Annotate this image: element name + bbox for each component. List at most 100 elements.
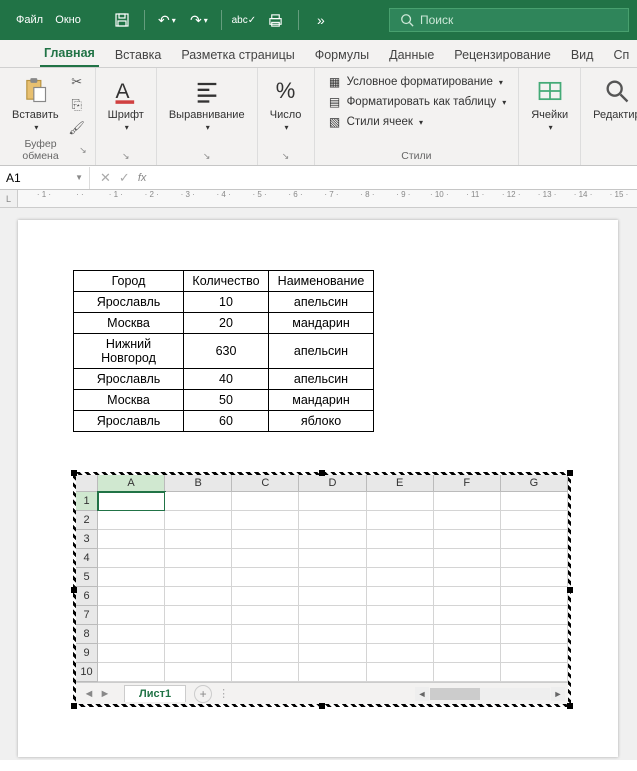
col-header[interactable]: F <box>434 475 501 492</box>
cancel-formula-icon[interactable]: ✕ <box>100 170 111 186</box>
cell[interactable] <box>232 568 299 587</box>
cell[interactable] <box>98 492 165 511</box>
row-header[interactable]: 10 <box>76 663 98 682</box>
cell[interactable] <box>232 663 299 682</box>
cell[interactable] <box>501 663 568 682</box>
cell[interactable] <box>434 644 501 663</box>
format-painter-icon[interactable]: 🖌 <box>67 118 87 138</box>
arrow-right-icon[interactable]: » <box>308 7 334 33</box>
row-header[interactable]: 1 <box>76 492 98 511</box>
cell[interactable] <box>434 606 501 625</box>
cell[interactable] <box>232 625 299 644</box>
copy-icon[interactable]: ⎘ <box>67 95 87 115</box>
tab-more[interactable]: Сп <box>609 42 633 67</box>
cell[interactable] <box>232 492 299 511</box>
cell[interactable] <box>501 530 568 549</box>
tab-nav-next-icon[interactable]: ► <box>98 688 112 700</box>
cell[interactable] <box>367 568 434 587</box>
tab-data[interactable]: Данные <box>385 42 438 67</box>
row-header[interactable]: 2 <box>76 511 98 530</box>
cell[interactable] <box>434 568 501 587</box>
cell[interactable] <box>501 625 568 644</box>
redo-icon[interactable]: ↷▾ <box>186 7 212 33</box>
cell[interactable] <box>434 663 501 682</box>
number-launcher-icon[interactable]: ↘ <box>282 151 290 162</box>
h-scrollbar[interactable] <box>430 688 550 700</box>
cell[interactable] <box>98 663 165 682</box>
cell-styles-button[interactable]: ▧Стили ячеек ▾ <box>323 112 427 132</box>
cell[interactable] <box>299 511 366 530</box>
cell[interactable] <box>367 511 434 530</box>
cell[interactable] <box>98 644 165 663</box>
cell[interactable] <box>98 587 165 606</box>
embedded-spreadsheet[interactable]: ABCDEFG12345678910 ◄ ► Лист1 + ⋮ ◄ ► <box>73 472 571 707</box>
cell[interactable] <box>367 625 434 644</box>
cell[interactable] <box>501 511 568 530</box>
col-header[interactable]: D <box>299 475 366 492</box>
tab-view[interactable]: Вид <box>567 42 598 67</box>
cell[interactable] <box>367 663 434 682</box>
cell[interactable] <box>165 644 232 663</box>
cut-icon[interactable]: ✂ <box>67 72 87 92</box>
paste-button[interactable]: Вставить▾ <box>8 72 63 135</box>
cell[interactable] <box>434 492 501 511</box>
cell[interactable] <box>98 568 165 587</box>
cell[interactable] <box>232 530 299 549</box>
cell[interactable] <box>165 606 232 625</box>
cell[interactable] <box>232 549 299 568</box>
cell[interactable] <box>165 530 232 549</box>
tab-nav-prev-icon[interactable]: ◄ <box>82 688 96 700</box>
resize-handle[interactable] <box>71 703 77 709</box>
alignment-launcher-icon[interactable]: ↘ <box>203 151 211 162</box>
col-header[interactable]: B <box>165 475 232 492</box>
row-header[interactable]: 4 <box>76 549 98 568</box>
scroll-left-icon[interactable]: ◄ <box>415 687 429 701</box>
row-header[interactable]: 3 <box>76 530 98 549</box>
cell[interactable] <box>501 549 568 568</box>
cell[interactable] <box>367 530 434 549</box>
cell[interactable] <box>232 644 299 663</box>
cell[interactable] <box>165 511 232 530</box>
row-header[interactable]: 5 <box>76 568 98 587</box>
cell[interactable] <box>501 606 568 625</box>
tab-splitter[interactable]: ⋮ <box>212 687 236 700</box>
cell[interactable] <box>367 492 434 511</box>
cell[interactable] <box>434 530 501 549</box>
cell[interactable] <box>98 625 165 644</box>
editing-button[interactable]: Редактир <box>589 72 637 124</box>
name-box[interactable]: A1▼ <box>0 167 90 189</box>
cell[interactable] <box>299 606 366 625</box>
cell[interactable] <box>367 587 434 606</box>
print-direct-icon[interactable] <box>263 7 289 33</box>
cell[interactable] <box>299 663 366 682</box>
resize-handle[interactable] <box>71 470 77 476</box>
format-as-table-button[interactable]: ▤Форматировать как таблицу ▾ <box>323 92 511 112</box>
tab-page-layout[interactable]: Разметка страницы <box>177 42 298 67</box>
tab-formulas[interactable]: Формулы <box>311 42 373 67</box>
cell[interactable] <box>232 606 299 625</box>
alignment-button[interactable]: Выравнивание▾ <box>165 72 249 135</box>
cell[interactable] <box>98 549 165 568</box>
cell[interactable] <box>165 663 232 682</box>
scroll-right-icon[interactable]: ► <box>551 687 565 701</box>
sheet-grid[interactable]: ABCDEFG12345678910 <box>76 475 568 682</box>
col-header[interactable]: E <box>367 475 434 492</box>
horizontal-ruler[interactable]: · 1 ·· ·· 1 ·· 2 ·· 3 ·· 4 ·· 5 ·· 6 ·· … <box>18 190 637 208</box>
font-button[interactable]: A Шрифт▾ <box>104 72 148 135</box>
tab-review[interactable]: Рецензирование <box>450 42 555 67</box>
cell[interactable] <box>299 644 366 663</box>
select-all-corner[interactable] <box>76 475 98 492</box>
resize-handle[interactable] <box>319 470 325 476</box>
tab-home[interactable]: Главная <box>40 40 99 67</box>
accept-formula-icon[interactable]: ✓ <box>119 170 130 186</box>
search-box[interactable]: Поиск <box>389 8 629 32</box>
spellcheck-icon[interactable]: abc✓ <box>231 7 257 33</box>
cell[interactable] <box>232 511 299 530</box>
cell[interactable] <box>434 625 501 644</box>
cell[interactable] <box>98 530 165 549</box>
resize-handle[interactable] <box>319 703 325 709</box>
cell[interactable] <box>367 644 434 663</box>
font-launcher-icon[interactable]: ↘ <box>122 151 130 162</box>
cell[interactable] <box>299 568 366 587</box>
col-header[interactable]: A <box>98 475 165 492</box>
